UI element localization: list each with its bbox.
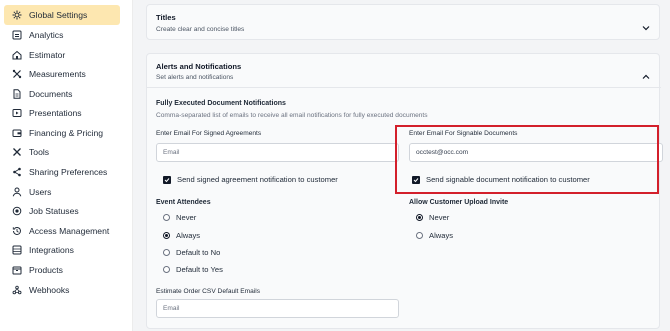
- signed-agreement-notify-checkbox-row[interactable]: Send signed agreement notification to cu…: [163, 175, 338, 184]
- sidebar-item-label: Documents: [29, 89, 73, 99]
- titles-card-subtitle: Create clear and concise titles: [156, 26, 245, 33]
- sidebar-item-label: Job Statuses: [29, 206, 79, 216]
- sidebar-item-measurements[interactable]: Measurements: [4, 64, 120, 84]
- chevron-down-icon[interactable]: [642, 19, 650, 31]
- radio-button-selected[interactable]: [416, 214, 423, 221]
- sidebar-item-label: Tools: [29, 147, 50, 157]
- integrations-icon: [12, 245, 22, 255]
- event-attendees-option-default-yes[interactable]: Default to Yes: [163, 265, 223, 274]
- radio-label: Always: [429, 231, 454, 240]
- radio-button[interactable]: [416, 232, 423, 239]
- sidebar-item-label: Sharing Preferences: [29, 167, 108, 177]
- upload-invite-option-never[interactable]: Never: [416, 213, 449, 222]
- sidebar-item-analytics[interactable]: Analytics: [4, 25, 120, 45]
- sidebar-item-label: Analytics: [29, 30, 64, 40]
- csv-emails-input[interactable]: Email: [156, 299, 399, 318]
- alerts-card-title: Alerts and Notifications: [156, 62, 242, 71]
- sidebar-item-label: Financing & Pricing: [29, 128, 104, 138]
- sidebar-item-presentations[interactable]: Presentations: [4, 103, 120, 123]
- signed-agreement-notify-label: Send signed agreement notification to cu…: [177, 175, 338, 184]
- checkbox-checked[interactable]: [163, 175, 171, 184]
- event-attendees-option-never[interactable]: Never: [163, 213, 196, 222]
- status-icon: [12, 206, 22, 216]
- document-icon: [12, 89, 22, 99]
- sidebar-item-label: Presentations: [29, 108, 82, 118]
- presentation-icon: [12, 108, 22, 118]
- sidebar-item-label: Access Management: [29, 226, 110, 236]
- ruler-icon: [12, 69, 22, 79]
- sidebar-item-global-settings[interactable]: Global Settings: [4, 5, 120, 25]
- event-attendees-option-always[interactable]: Always: [163, 231, 200, 240]
- radio-label: Always: [176, 231, 201, 240]
- sidebar-item-documents[interactable]: Documents: [4, 84, 120, 104]
- sidebar-item-label: Webhooks: [29, 285, 70, 295]
- titles-card[interactable]: Titles Create clear and concise titles: [146, 4, 660, 40]
- sidebar-item-label: Users: [29, 187, 52, 197]
- radio-button[interactable]: [163, 266, 170, 273]
- sidebar-item-job-statuses[interactable]: Job Statuses: [4, 201, 120, 221]
- upload-invite-option-always[interactable]: Always: [416, 231, 453, 240]
- signed-agreements-email-input[interactable]: Email: [156, 143, 399, 162]
- webhooks-icon: [12, 285, 22, 295]
- gear-icon: [12, 10, 22, 20]
- divider: [147, 87, 661, 88]
- share-icon: [12, 167, 22, 177]
- upload-invite-label: Allow Customer Upload Invite: [409, 199, 509, 206]
- sidebar-item-users[interactable]: Users: [4, 182, 120, 202]
- titles-card-title: Titles: [156, 13, 176, 22]
- sidebar-item-estimator[interactable]: Estimator: [4, 45, 120, 65]
- sidebar-item-access-management[interactable]: Access Management: [4, 221, 120, 241]
- history-icon: [12, 226, 22, 236]
- sidebar: Global Settings Analytics Estimator Meas…: [0, 0, 133, 331]
- csv-emails-label: Estimate Order CSV Default Emails: [156, 288, 261, 295]
- fully-executed-description: Comma-separated list of emails to receiv…: [156, 112, 428, 119]
- sidebar-item-financing-pricing[interactable]: Financing & Pricing: [4, 123, 120, 143]
- sidebar-item-integrations[interactable]: Integrations: [4, 240, 120, 260]
- tools-icon: [12, 147, 22, 157]
- analytics-icon: [12, 30, 22, 40]
- chevron-up-icon[interactable]: [642, 68, 650, 79]
- sidebar-item-webhooks[interactable]: Webhooks: [4, 280, 120, 300]
- sidebar-item-label: Measurements: [29, 69, 86, 79]
- sidebar-item-tools[interactable]: Tools: [4, 142, 120, 162]
- event-attendees-option-default-no[interactable]: Default to No: [163, 248, 220, 257]
- home-icon: [12, 50, 22, 60]
- radio-label: Default to No: [176, 248, 221, 257]
- radio-label: Default to Yes: [176, 265, 223, 274]
- main-content: Titles Create clear and concise titles A…: [133, 0, 670, 331]
- sidebar-item-label: Global Settings: [29, 10, 88, 20]
- wallet-icon: [12, 128, 22, 138]
- sidebar-item-sharing-preferences[interactable]: Sharing Preferences: [4, 162, 120, 182]
- signed-agreements-label: Enter Email For Signed Agreements: [156, 130, 262, 137]
- radio-label: Never: [176, 213, 197, 222]
- event-attendees-label: Event Attendees: [156, 199, 211, 206]
- sidebar-item-label: Estimator: [29, 50, 66, 60]
- radio-label: Never: [429, 213, 450, 222]
- radio-button[interactable]: [163, 249, 170, 256]
- radio-button[interactable]: [163, 214, 170, 221]
- products-icon: [12, 265, 22, 275]
- fully-executed-heading: Fully Executed Document Notifications: [156, 100, 286, 107]
- sidebar-item-label: Integrations: [29, 245, 74, 255]
- sidebar-item-label: Products: [29, 265, 63, 275]
- users-icon: [12, 187, 22, 197]
- radio-button-selected[interactable]: [163, 232, 170, 239]
- sidebar-item-products[interactable]: Products: [4, 260, 120, 280]
- alerts-card-subtitle: Set alerts and notifications: [156, 74, 234, 81]
- highlight-box: [395, 125, 659, 194]
